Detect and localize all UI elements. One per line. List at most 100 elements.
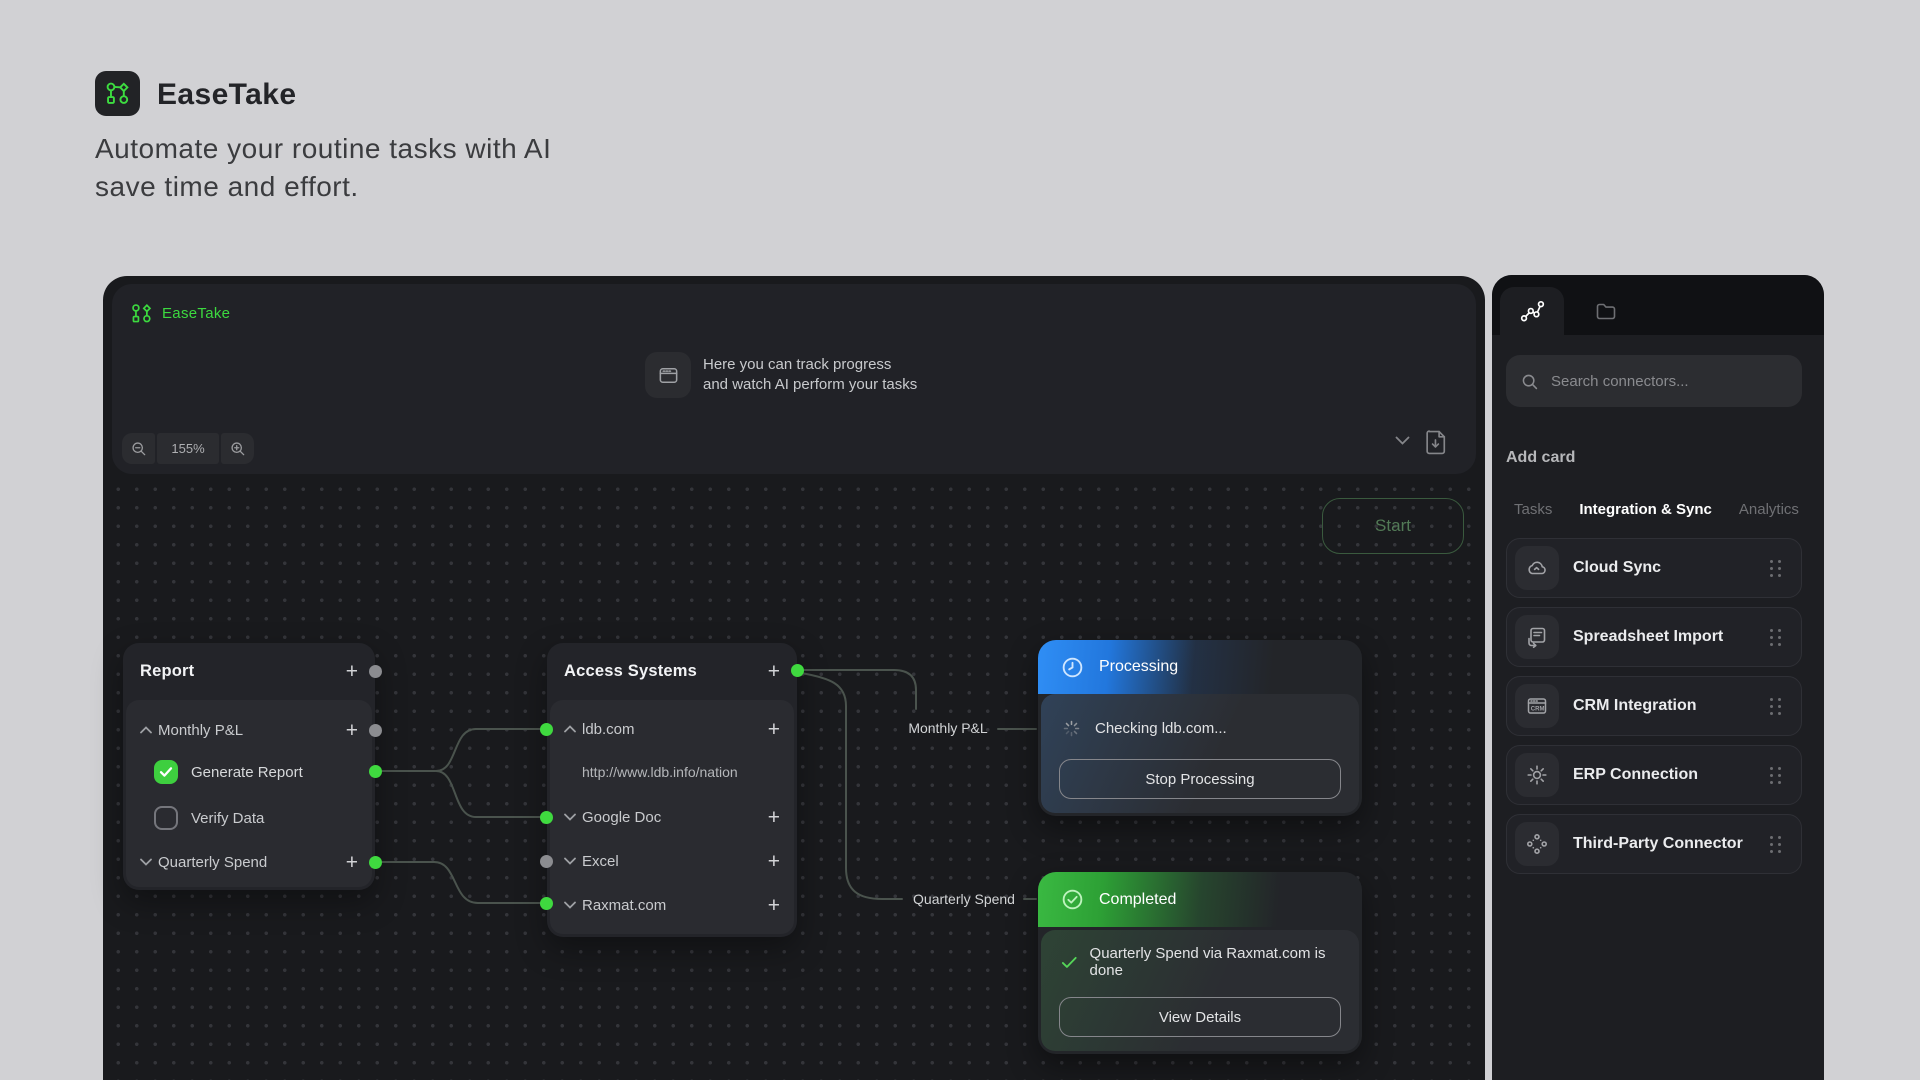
workspace-hint: Here you can track progress and watch AI… xyxy=(645,352,917,398)
row-excel[interactable]: Excel + xyxy=(550,845,794,877)
add-icon[interactable]: + xyxy=(768,851,780,872)
completed-body: Quarterly Spend via Raxmat.com is done V… xyxy=(1041,930,1359,1051)
workspace-brand: EaseTake xyxy=(130,300,230,326)
spinner-icon xyxy=(1061,718,1082,739)
tab-analytics[interactable]: Analytics xyxy=(1739,501,1799,518)
tab-integration-sync[interactable]: Integration & Sync xyxy=(1579,501,1712,518)
port-access-header[interactable] xyxy=(791,664,804,677)
search-icon xyxy=(1520,372,1539,391)
row-monthly-pl[interactable]: Monthly P&L + xyxy=(126,714,372,746)
add-icon[interactable]: + xyxy=(768,895,780,916)
row-ldb[interactable]: ldb.com + xyxy=(550,713,794,745)
add-icon[interactable]: + xyxy=(768,719,780,740)
chevron-down-icon[interactable] xyxy=(564,901,576,909)
row-label: Quarterly Spend xyxy=(158,854,346,871)
row-label: Monthly P&L xyxy=(158,722,346,739)
check-circle-icon xyxy=(1060,887,1085,912)
port-excel[interactable] xyxy=(540,855,553,868)
port-quarterly-spend[interactable] xyxy=(369,856,382,869)
export-button[interactable] xyxy=(1425,429,1448,456)
checkbox-checked[interactable] xyxy=(154,760,178,784)
chevron-down-icon xyxy=(1395,436,1410,445)
row-label: Generate Report xyxy=(191,764,358,781)
hint-text: Here you can track progress and watch AI… xyxy=(703,355,917,395)
port-ldb[interactable] xyxy=(540,723,553,736)
add-icon[interactable]: + xyxy=(346,720,358,741)
chevron-up-icon[interactable] xyxy=(564,725,576,733)
port-monthly-pl[interactable] xyxy=(369,724,382,737)
add-icon[interactable]: + xyxy=(346,852,358,873)
start-button[interactable]: Start xyxy=(1322,498,1464,554)
processing-body: Checking ldb.com... Stop Processing xyxy=(1041,694,1359,813)
workspace-header: EaseTake Here you can track progress and… xyxy=(112,284,1476,474)
workflow-logo-icon xyxy=(130,302,153,325)
processing-node[interactable]: Processing Checking ldb.com... Stop Proc… xyxy=(1038,640,1362,816)
erp-connection-icon xyxy=(1515,753,1559,797)
zoom-level: 155% xyxy=(157,433,219,464)
spreadsheet-import-icon xyxy=(1515,615,1559,659)
svg-text:CRM: CRM xyxy=(1531,706,1545,712)
file-download-icon xyxy=(1425,429,1448,456)
connector-card-label: ERP Connection xyxy=(1573,766,1770,784)
port-google-doc[interactable] xyxy=(540,811,553,824)
drag-handle[interactable] xyxy=(1770,698,1781,715)
page: EaseTake Automate your routine tasks wit… xyxy=(0,0,1920,1080)
tab-files[interactable] xyxy=(1580,287,1632,335)
drag-handle[interactable] xyxy=(1770,629,1781,646)
report-node[interactable]: Report + Monthly P&L + Generate Report V… xyxy=(123,643,375,890)
tagline-line-2: save time and effort. xyxy=(95,168,551,206)
row-raxmat[interactable]: Raxmat.com + xyxy=(550,889,794,921)
search-box xyxy=(1506,355,1802,407)
start-button-label: Start xyxy=(1375,516,1411,536)
connector-card-third-party[interactable]: Third-Party Connector xyxy=(1506,814,1802,874)
collapse-button[interactable] xyxy=(1395,436,1410,445)
category-tabs: Tasks Integration & Sync Analytics xyxy=(1492,497,1824,521)
stop-processing-label: Stop Processing xyxy=(1145,771,1254,788)
tagline-line-1: Automate your routine tasks with AI xyxy=(95,130,551,168)
crm-integration-icon: CRM xyxy=(1515,684,1559,728)
access-systems-node[interactable]: Access Systems + ldb.com + http://www.ld… xyxy=(547,643,797,937)
tab-tasks[interactable]: Tasks xyxy=(1514,501,1552,518)
drag-handle[interactable] xyxy=(1770,836,1781,853)
row-generate-report[interactable]: Generate Report xyxy=(126,752,372,792)
connectors-sidebar: Add card Tasks Integration & Sync Analyt… xyxy=(1492,275,1824,1080)
zoom-out-button[interactable] xyxy=(122,433,155,464)
connector-card-erp-connection[interactable]: ERP Connection xyxy=(1506,745,1802,805)
stop-processing-button[interactable]: Stop Processing xyxy=(1059,759,1341,799)
cloud-sync-icon xyxy=(1515,546,1559,590)
connector-card-spreadsheet-import[interactable]: Spreadsheet Import xyxy=(1506,607,1802,667)
workspace-brand-label: EaseTake xyxy=(162,305,230,322)
add-icon[interactable]: + xyxy=(346,661,358,682)
drag-handle[interactable] xyxy=(1770,767,1781,784)
chevron-up-icon[interactable] xyxy=(140,726,152,734)
completed-title: Completed xyxy=(1099,891,1176,909)
chevron-down-icon[interactable] xyxy=(564,813,576,821)
add-icon[interactable]: + xyxy=(768,661,780,682)
zoom-in-button[interactable] xyxy=(221,433,254,464)
drag-handle[interactable] xyxy=(1770,560,1781,577)
row-quarterly-spend[interactable]: Quarterly Spend + xyxy=(126,846,372,878)
connector-card-cloud-sync[interactable]: Cloud Sync xyxy=(1506,538,1802,598)
port-report-header[interactable] xyxy=(369,665,382,678)
chevron-down-icon[interactable] xyxy=(564,857,576,865)
completed-header: Completed xyxy=(1038,872,1362,927)
row-verify-data[interactable]: Verify Data xyxy=(126,798,372,838)
access-node-body: ldb.com + http://www.ldb.info/nation Goo… xyxy=(550,700,794,934)
completed-node[interactable]: Completed Quarterly Spend via Raxmat.com… xyxy=(1038,872,1362,1054)
checkbox-unchecked[interactable] xyxy=(154,806,178,830)
row-ldb-url[interactable]: http://www.ldb.info/nation xyxy=(550,758,794,786)
row-google-doc[interactable]: Google Doc + xyxy=(550,801,794,833)
chevron-down-icon[interactable] xyxy=(140,858,152,866)
completed-status: Quarterly Spend via Raxmat.com is done xyxy=(1090,945,1341,979)
search-input[interactable] xyxy=(1549,372,1788,391)
port-raxmat[interactable] xyxy=(540,897,553,910)
row-label: Verify Data xyxy=(191,810,358,827)
hint-tile xyxy=(645,352,691,398)
view-details-button[interactable]: View Details xyxy=(1059,997,1341,1037)
report-node-header: Report + xyxy=(123,643,375,700)
zoom-controls: 155% xyxy=(122,433,254,464)
add-icon[interactable]: + xyxy=(768,807,780,828)
connector-card-crm-integration[interactable]: CRM CRM Integration xyxy=(1506,676,1802,736)
port-generate-report[interactable] xyxy=(369,765,382,778)
tab-workflow[interactable] xyxy=(1500,287,1564,335)
